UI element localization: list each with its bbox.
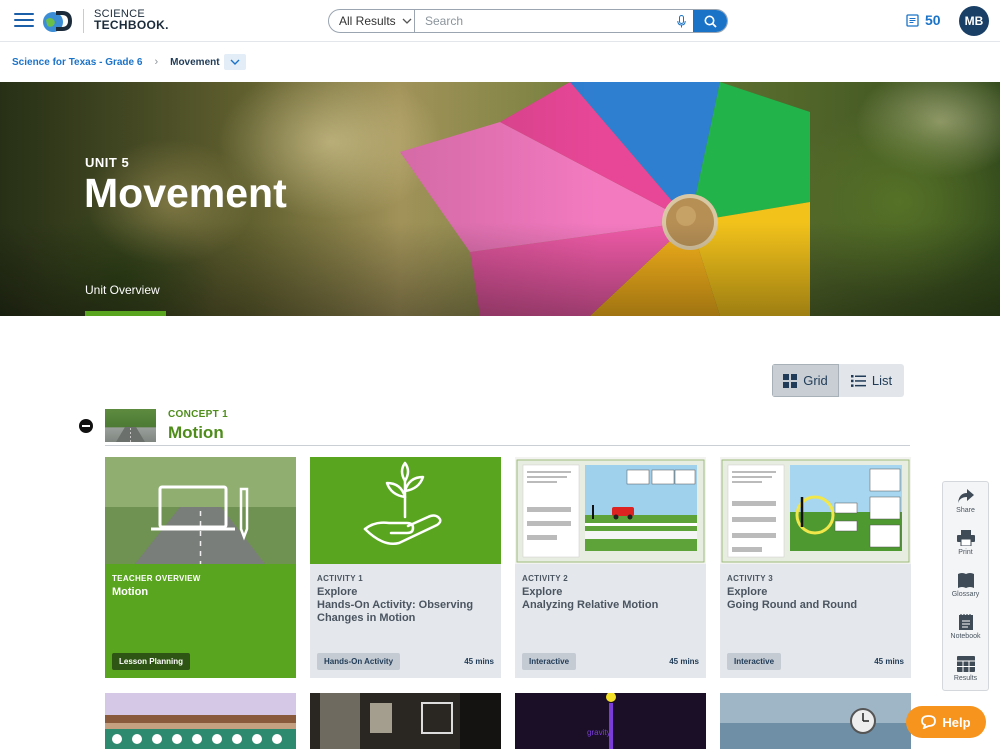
- list-view-label: List: [871, 373, 893, 388]
- discovery-logo-icon[interactable]: [42, 9, 76, 33]
- activity-card[interactable]: [720, 693, 911, 749]
- points-counter[interactable]: 50: [906, 12, 941, 28]
- grid-icon: [783, 373, 798, 388]
- card-tag: Interactive: [727, 653, 782, 670]
- book-icon: [957, 573, 974, 588]
- product-logo[interactable]: SCIENCE TECHBOOK.: [94, 9, 169, 32]
- activity-card[interactable]: gravity: [515, 693, 706, 749]
- card-kicker: ACTIVITY 3: [727, 574, 773, 583]
- assignment-icon: [906, 13, 919, 27]
- svg-text:gravity: gravity: [587, 728, 611, 737]
- notebook-label: Notebook: [950, 633, 981, 640]
- chat-bubble-icon: [921, 715, 937, 729]
- breadcrumb-current: Movement: [170, 56, 220, 68]
- notebook-button[interactable]: Notebook: [943, 608, 988, 650]
- card-duration: 45 mins: [874, 657, 904, 666]
- notebook-icon: [958, 614, 973, 630]
- grid-icon: [956, 656, 975, 672]
- page-title: Movement: [84, 170, 287, 216]
- results-button[interactable]: Results: [943, 650, 988, 692]
- share-icon: [957, 489, 974, 503]
- card-tag: Lesson Planning: [112, 653, 191, 670]
- search-scope-value: All Results: [339, 14, 396, 28]
- card-tag: Hands-On Activity: [317, 653, 401, 670]
- active-tab-indicator: [85, 311, 166, 316]
- print-icon: [956, 530, 975, 546]
- card-tag: Interactive: [522, 653, 577, 670]
- view-toggle: Grid List: [772, 364, 904, 397]
- chevron-down-icon: [402, 18, 412, 24]
- print-label: Print: [958, 549, 973, 556]
- glossary-button[interactable]: Glossary: [943, 566, 988, 608]
- microphone-icon[interactable]: [669, 10, 693, 32]
- search-icon: [704, 15, 717, 28]
- breadcrumb-dropdown-button[interactable]: [223, 54, 246, 70]
- logo-line-2: TECHBOOK.: [94, 18, 169, 32]
- card-duration: 45 mins: [464, 657, 494, 666]
- grid-view-button[interactable]: Grid: [772, 364, 839, 397]
- card-thumbnail-image: [105, 693, 296, 749]
- search-input[interactable]: [415, 10, 669, 32]
- share-label: Share: [956, 507, 975, 514]
- card-title: Motion: [112, 586, 149, 598]
- tab-unit-overview[interactable]: Unit Overview: [85, 283, 160, 297]
- activity-card[interactable]: ACTIVITY 1 Explore Hands-On Activity: Ob…: [310, 457, 501, 678]
- unit-number: UNIT 5: [85, 155, 130, 170]
- user-avatar[interactable]: MB: [959, 6, 989, 36]
- share-button[interactable]: Share: [943, 482, 988, 524]
- breadcrumb: Science for Texas - Grade 6 › Movement: [0, 42, 1000, 82]
- collapse-concept-icon[interactable]: [79, 419, 93, 433]
- plant-in-hand-image: [310, 457, 501, 564]
- interactive-screenshot-image: [515, 457, 706, 564]
- card-thumbnail-image: [720, 693, 911, 749]
- card-duration: 45 mins: [669, 657, 699, 666]
- concept-thumbnail: [105, 409, 156, 442]
- card-kicker: ACTIVITY 1: [317, 574, 363, 583]
- search-button[interactable]: [693, 10, 727, 32]
- top-bar: SCIENCE TECHBOOK. All Results 50 MB: [0, 0, 1000, 42]
- activity-card[interactable]: [310, 693, 501, 749]
- breadcrumb-parent-link[interactable]: Science for Texas - Grade 6: [12, 57, 142, 68]
- search-bar: All Results: [328, 9, 728, 33]
- glossary-label: Glossary: [951, 591, 980, 598]
- divider: [105, 445, 910, 446]
- card-kicker: ACTIVITY 2: [522, 574, 568, 583]
- help-button[interactable]: Help: [906, 706, 986, 738]
- print-button[interactable]: Print: [943, 524, 988, 566]
- card-title: Explore Going Round and Round: [727, 586, 858, 611]
- results-label: Results: [953, 675, 978, 682]
- concept-number: CONCEPT 1: [168, 409, 228, 420]
- search-scope-dropdown[interactable]: All Results: [329, 10, 415, 32]
- logo-divider: [83, 9, 84, 33]
- concept-title[interactable]: Motion: [168, 423, 224, 443]
- activity-card[interactable]: ACTIVITY 2 Explore Analyzing Relative Mo…: [515, 457, 706, 678]
- menu-icon[interactable]: [14, 13, 34, 29]
- card-thumbnail-image: [310, 693, 501, 749]
- card-thumbnail-image: gravity: [515, 693, 706, 749]
- card-title: Explore Analyzing Relative Motion: [522, 586, 659, 611]
- card-title: Explore Hands-On Activity: Observing Cha…: [317, 586, 474, 624]
- interactive-screenshot-image: [720, 457, 911, 564]
- help-label: Help: [942, 714, 971, 730]
- grid-view-label: Grid: [803, 373, 828, 388]
- list-view-button[interactable]: List: [839, 364, 904, 397]
- card-kicker: TEACHER OVERVIEW: [112, 574, 201, 583]
- activity-card[interactable]: ACTIVITY 3 Explore Going Round and Round…: [720, 457, 911, 678]
- activity-card[interactable]: [105, 693, 296, 749]
- road-laptop-image: [105, 457, 296, 564]
- teacher-overview-card[interactable]: TEACHER OVERVIEW Motion Lesson Planning: [105, 457, 296, 678]
- list-icon: [850, 374, 866, 387]
- chevron-down-icon: [230, 59, 240, 65]
- chevron-right-icon: ›: [154, 56, 159, 68]
- side-toolbar: Share Print Glossary Notebook Results: [942, 481, 989, 691]
- points-value: 50: [925, 12, 941, 28]
